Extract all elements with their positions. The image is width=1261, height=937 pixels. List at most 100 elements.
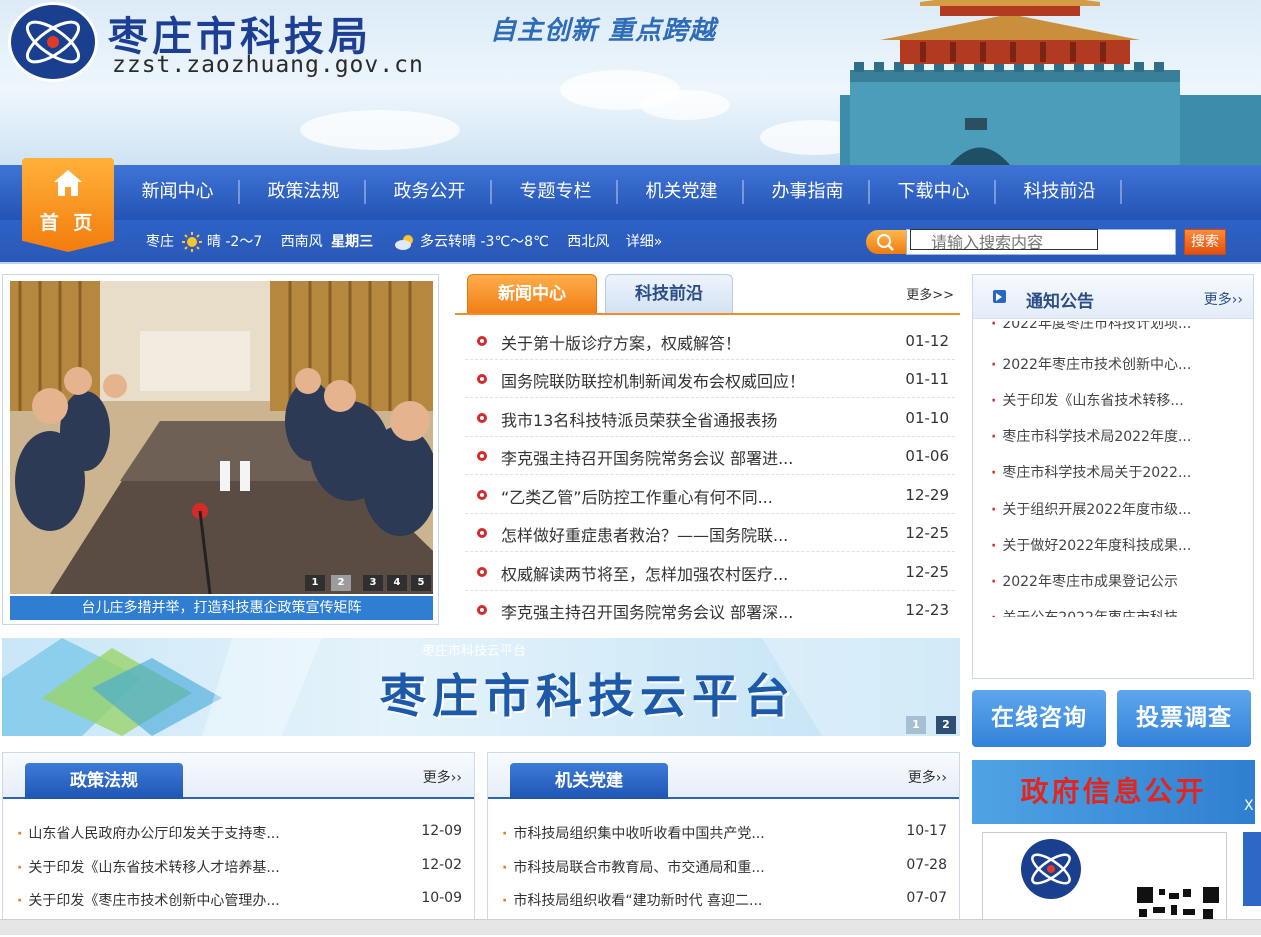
nav-item-download[interactable]: 下载中心 — [886, 177, 981, 207]
party-panel-title[interactable]: 机关党建 — [510, 763, 668, 799]
vote-survey-button[interactable]: 投票调查 — [1117, 690, 1251, 747]
bullet-dot-icon: · — [502, 826, 508, 842]
red-bullet-icon — [477, 336, 487, 346]
cloud-banner-title: 枣庄市科技云平台 — [380, 669, 796, 723]
news-item[interactable]: “乙类乙管”后防控工作重心有何不同... 12-29 — [465, 476, 955, 514]
news-title[interactable]: 权威解读两节将至，怎样加强农村医疗... — [501, 561, 788, 585]
search-icon[interactable] — [866, 230, 906, 254]
cloud-platform-banner[interactable]: 枣庄市科技云平台 枣庄市科技云平台 — [2, 638, 960, 736]
party-item-title[interactable]: 市科技局联合市教育局、市交通局和重... — [513, 860, 764, 876]
notice-item[interactable]: 关于组织开展2022年度市级... — [991, 499, 1251, 519]
news-title[interactable]: “乙类乙管”后防控工作重心有何不同... — [501, 484, 773, 508]
news-panel: 新闻中心 科技前沿 更多>> 关于第十版诊疗方案，权威解答！ 01-12 国务院… — [455, 272, 960, 627]
nav-divider — [868, 180, 870, 204]
nav-item-party[interactable]: 机关党建 — [634, 177, 729, 207]
meeting-photo-illustration — [10, 281, 433, 594]
nav-item-gov-affairs[interactable]: 政务公开 — [382, 177, 477, 207]
slider-page-3[interactable]: 3 — [363, 575, 383, 591]
policy-more-link[interactable]: 更多›› — [423, 767, 462, 787]
nav-item-news[interactable]: 新闻中心 — [130, 177, 225, 207]
cloud-banner-caption: 枣庄市科技云平台 — [422, 644, 527, 659]
party-item-title[interactable]: 市科技局组织收看“建功新时代 喜迎二... — [513, 893, 762, 909]
notice-header: 通知公告 更多›› — [973, 275, 1253, 319]
gov-info-open-banner[interactable]: 政府信息公开 — [972, 760, 1255, 824]
policy-panel-title[interactable]: 政策法规 — [25, 763, 183, 799]
slider-page-4[interactable]: 4 — [387, 575, 407, 591]
news-title[interactable]: 关于第十版诊疗方案，权威解答！ — [501, 330, 741, 354]
news-item[interactable]: 李克强主持召开国务院常务会议 部署进... 01-06 — [465, 437, 955, 475]
weather-detail-link[interactable]: 详细» — [626, 234, 663, 250]
tab-tech-frontier[interactable]: 科技前沿 — [605, 274, 733, 314]
party-more-link[interactable]: 更多›› — [908, 767, 947, 787]
party-item-date: 07-07 — [906, 890, 947, 906]
news-date: 01-10 — [905, 409, 949, 427]
news-date: 12-25 — [905, 524, 949, 542]
slider-page-2[interactable]: 2 — [331, 575, 351, 591]
notice-item[interactable]: 关于做好2022年度科技成果... — [991, 535, 1251, 555]
news-item[interactable]: 我市13名科技特派员荣获全省通报表扬 01-10 — [465, 399, 955, 437]
news-date: 01-12 — [905, 332, 949, 350]
nav-item-frontier[interactable]: 科技前沿 — [1012, 177, 1107, 207]
bullet-dot-icon: · — [502, 860, 508, 876]
home-button[interactable]: 首 页 — [22, 158, 114, 252]
notice-more-link[interactable]: 更多›› — [1204, 289, 1243, 309]
notice-item[interactable]: 2022年度枣庄市科技计划项... — [991, 321, 1251, 333]
nav-item-guide[interactable]: 办事指南 — [760, 177, 855, 207]
policy-item[interactable]: · 关于印发《山东省技术转移人才培养基... 12-02 — [17, 857, 462, 877]
nav-item-policy[interactable]: 政策法规 — [256, 177, 351, 207]
nav-item-topics[interactable]: 专题专栏 — [508, 177, 603, 207]
party-item-title[interactable]: 市科技局组织集中收听收看中国共产党... — [513, 826, 764, 842]
slider-page-5[interactable]: 5 — [411, 575, 431, 591]
banner-page-2[interactable]: 2 — [936, 716, 956, 734]
policy-item-title[interactable]: 关于印发《山东省技术转移人才培养基... — [28, 860, 279, 876]
policy-item[interactable]: · 关于印发《枣庄市技术创新中心管理办... 10-09 — [17, 890, 462, 910]
close-icon[interactable]: X — [1244, 798, 1254, 814]
slogan: 自主创新 重点跨越 — [490, 16, 717, 46]
slider-photo[interactable] — [10, 281, 433, 594]
notice-item[interactable]: 关于公布2022年枣庄市科技... — [991, 607, 1251, 617]
party-item[interactable]: · 市科技局组织集中收听收看中国共产党... 10-17 — [502, 823, 947, 843]
news-item[interactable]: 国务院联防联控机制新闻发布会权威回应！ 01-11 — [465, 360, 955, 398]
search-button[interactable]: 搜索 — [1184, 229, 1226, 255]
floating-side-tab[interactable] — [1243, 832, 1261, 906]
policy-item[interactable]: · 山东省人民政府办公厅印发关于支持枣... 12-09 — [17, 823, 462, 843]
qr-card[interactable] — [982, 832, 1227, 933]
nav-divider — [490, 180, 492, 204]
notice-item[interactable]: 2022年枣庄市技术创新中心... — [991, 354, 1251, 374]
slider-page-1[interactable]: 1 — [305, 575, 325, 591]
weather-strip: 枣庄 晴 -2～7 西南风 星期三 多云转晴 -3℃～8℃ 西北风 详细» — [146, 231, 666, 252]
news-title[interactable]: 国务院联防联控机制新闻发布会权威回应！ — [501, 368, 805, 392]
policy-item-date: 12-02 — [421, 857, 462, 873]
nav-divider — [364, 180, 366, 204]
news-title[interactable]: 怎样做好重症患者救治？——国务院联... — [501, 522, 788, 546]
search-input[interactable] — [906, 229, 1176, 255]
notice-panel: 通知公告 更多›› 2022年度枣庄市科技计划项... 2022年枣庄市技术创新… — [972, 274, 1254, 679]
photo-slider: 1 2 3 4 5 台儿庄多措并举，打造科技惠企政策宣传矩阵 — [2, 274, 439, 625]
notice-item[interactable]: 关于印发《山东省技术转移... — [991, 390, 1251, 410]
notice-scroll-list: 2022年度枣庄市科技计划项... 2022年枣庄市技术创新中心... 关于印发… — [973, 321, 1253, 617]
policy-item-title[interactable]: 山东省人民政府办公厅印发关于支持枣... — [28, 826, 279, 842]
policy-item-date: 10-09 — [421, 890, 462, 906]
bullet-dot-icon: · — [502, 893, 508, 909]
notice-item[interactable]: 2022年枣庄市成果登记公示 — [991, 571, 1251, 591]
party-item[interactable]: · 市科技局联合市教育局、市交通局和重... 07-28 — [502, 857, 947, 877]
policy-item-title[interactable]: 关于印发《枣庄市技术创新中心管理办... — [28, 893, 279, 909]
tab-news-center[interactable]: 新闻中心 — [467, 274, 597, 314]
banner-page-1[interactable]: 1 — [906, 716, 926, 734]
news-title[interactable]: 我市13名科技特派员荣获全省通报表扬 — [501, 407, 777, 431]
notice-item[interactable]: 枣庄市科学技术局关于2022... — [991, 462, 1251, 482]
news-more-link[interactable]: 更多>> — [906, 284, 954, 303]
news-item[interactable]: 李克强主持召开国务院常务会议 部署深... 12-23 — [465, 591, 955, 629]
logo-icon[interactable] — [8, 2, 98, 82]
city-gate-illustration — [840, 0, 1261, 165]
nav-divider — [1120, 180, 1122, 204]
online-consult-button[interactable]: 在线咨询 — [972, 690, 1106, 747]
slider-caption[interactable]: 台儿庄多措并举，打造科技惠企政策宣传矩阵 — [10, 596, 433, 620]
news-item[interactable]: 权威解读两节将至，怎样加强农村医疗... 12-25 — [465, 553, 955, 591]
news-title[interactable]: 李克强主持召开国务院常务会议 部署进... — [501, 445, 793, 469]
party-item[interactable]: · 市科技局组织收看“建功新时代 喜迎二... 07-07 — [502, 890, 947, 910]
notice-item[interactable]: 枣庄市科学技术局2022年度... — [991, 426, 1251, 446]
news-title[interactable]: 李克强主持召开国务院常务会议 部署深... — [501, 599, 793, 623]
news-item[interactable]: 怎样做好重症患者救治？——国务院联... 12-25 — [465, 514, 955, 552]
news-item[interactable]: 关于第十版诊疗方案，权威解答！ 01-12 — [465, 322, 955, 360]
